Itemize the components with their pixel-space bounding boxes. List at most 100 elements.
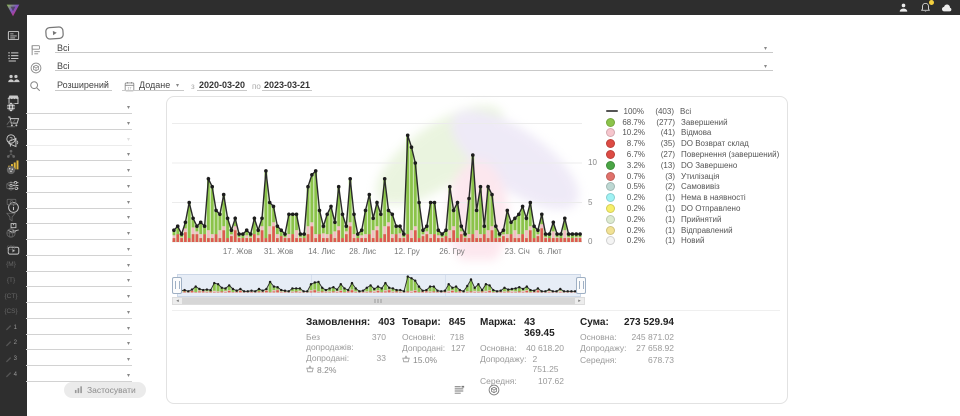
legend-label: Новий xyxy=(681,236,704,245)
legend-item[interactable]: 68.7%(277)Завершений xyxy=(606,117,779,128)
x-axis-tick: 31. Жов xyxy=(264,247,293,256)
legend-label: Завершений xyxy=(681,118,728,127)
analytics-page: Всі ▾ Всі ▾ Розширений ▾ 17 Додане ▾ з 2… xyxy=(0,0,960,416)
product-filter-select[interactable] xyxy=(55,70,773,71)
filter-package-icon xyxy=(5,180,17,192)
legend-dot-marker xyxy=(606,128,615,137)
chevron-down-icon: ▾ xyxy=(127,199,130,206)
x-axis-tick: 26. Гру xyxy=(439,247,465,256)
scroll-left-icon[interactable]: ◂ xyxy=(173,298,182,304)
legend-dot-marker xyxy=(606,150,615,159)
theme-icon[interactable] xyxy=(941,2,953,14)
legend-item[interactable]: 0.2%(1)Прийнятий xyxy=(606,214,779,225)
navigator-right-handle[interactable] xyxy=(576,277,586,294)
product-view-icon[interactable] xyxy=(487,383,500,396)
app-logo-icon[interactable] xyxy=(4,1,22,19)
chevron-down-icon: ▾ xyxy=(127,246,130,253)
filter-help-select[interactable]: ▾ xyxy=(26,132,132,146)
legend-percent: 0.5% xyxy=(618,182,645,191)
legend-count: (35) xyxy=(648,139,675,148)
legend-count: (277) xyxy=(648,118,675,127)
chevron-down-icon: ▾ xyxy=(127,136,130,143)
list-view-icon[interactable] xyxy=(452,383,465,396)
legend-dot-marker xyxy=(606,161,615,170)
filter-note-1-row: 1▾ xyxy=(0,321,138,336)
filter-tag-m-row: {M} ▾ xyxy=(0,258,138,273)
legend-count: (27) xyxy=(648,150,675,159)
legend-item[interactable]: 0.2%(1)Новий xyxy=(606,236,779,247)
legend-label: Прийнятий xyxy=(681,215,722,224)
card-divider xyxy=(172,310,780,311)
filter-note-1-select[interactable]: ▾ xyxy=(26,321,132,335)
apply-filters-button[interactable]: Застосувати xyxy=(64,382,146,398)
filter-web-select[interactable]: ▾ xyxy=(26,226,132,240)
filter-note-4-select[interactable]: ▾ xyxy=(26,368,132,382)
sidebar-item-clients[interactable] xyxy=(0,70,27,92)
search-icon[interactable] xyxy=(29,79,41,97)
date-field-value: Додане xyxy=(139,80,170,90)
apply-chart-icon xyxy=(74,385,83,396)
stat-label: Маржа: xyxy=(480,317,516,339)
sidebar-item-dashboard[interactable] xyxy=(0,27,27,49)
chevron-down-icon: ▾ xyxy=(127,356,130,363)
y-axis-tick: 5 xyxy=(588,198,592,207)
sidebar-item-orders[interactable] xyxy=(0,49,27,71)
chevron-down-icon: ▾ xyxy=(104,82,107,89)
legend-item[interactable]: 0.7%(3)Утилізація xyxy=(606,171,779,182)
orders-chart[interactable] xyxy=(172,100,582,250)
legend-percent: 0.7% xyxy=(618,172,645,181)
filter-trend-select[interactable]: ▾ xyxy=(26,116,132,130)
filter-tag-cs-select[interactable]: ▾ xyxy=(26,305,132,319)
x-axis-tick: 17. Жов xyxy=(223,247,252,256)
navigator-scrollbar[interactable]: ◂ ▸ xyxy=(172,297,585,305)
legend-item[interactable]: 0.2%(1)DO Отправлено xyxy=(606,203,779,214)
filter-tag-m-select[interactable]: ▾ xyxy=(26,258,132,272)
legend-item[interactable]: 0.2%(1)Відправлений xyxy=(606,225,779,236)
notifications-bell-icon[interactable] xyxy=(919,2,931,14)
stat-sub-label: Допродані: xyxy=(402,343,445,353)
filter-note-4-icon: 4 xyxy=(5,369,17,381)
legend-label: Нема в наявності xyxy=(681,193,746,202)
navigator-left-handle[interactable] xyxy=(172,277,182,294)
filter-hierarchy-select[interactable]: ▾ xyxy=(26,147,132,161)
filter-package-select[interactable]: ▾ xyxy=(26,179,132,193)
filter-tag-ct-select[interactable]: ▾ xyxy=(26,289,132,303)
filter-sphere-select[interactable]: ▾ xyxy=(26,163,132,177)
stat-sub-value: 27 658.92 xyxy=(636,343,674,353)
status-filter-select[interactable] xyxy=(55,52,773,53)
stat-sub-label: Основні: xyxy=(402,332,436,342)
legend-item[interactable]: 6.7%(27)Повернення (завершений) xyxy=(606,149,779,160)
filter-globe-select[interactable]: ▾ xyxy=(26,100,132,114)
filter-sphere-icon xyxy=(5,164,17,176)
filter-trend-icon xyxy=(5,117,17,129)
legend-item[interactable]: 10.2%(41)Відмова xyxy=(606,128,779,139)
legend-item[interactable]: 100%(403)Всі xyxy=(606,106,779,117)
legend-item[interactable]: 0.5%(2)Самовивіз xyxy=(606,182,779,193)
filter-tag-s-select[interactable]: ▾ xyxy=(26,242,132,256)
filter-tag-m-icon: {M} xyxy=(5,259,17,271)
scrollbar-thumb[interactable] xyxy=(182,298,575,304)
date-field-select[interactable] xyxy=(122,90,184,91)
legend-item[interactable]: 3.2%(13)DO Завершено xyxy=(606,160,779,171)
filter-note-2-select[interactable]: ▾ xyxy=(26,336,132,350)
legend-dot-marker xyxy=(606,118,615,127)
stat-sub-label: Основна: xyxy=(580,332,617,342)
legend-label: Повернення (завершений) xyxy=(681,150,779,159)
date-to-input[interactable] xyxy=(262,90,312,91)
chevron-down-icon: ▾ xyxy=(127,262,130,269)
filter-funnel-select[interactable]: ▾ xyxy=(26,210,132,224)
filter-help-icon: ? xyxy=(5,133,17,145)
profile-icon[interactable] xyxy=(897,2,909,14)
scroll-right-icon[interactable]: ▸ xyxy=(575,298,584,304)
filter-note-1-icon: 1 xyxy=(5,322,17,334)
legend-item[interactable]: 8.7%(35)DO Возврат склад xyxy=(606,138,779,149)
filter-tag-t-select[interactable]: ▾ xyxy=(26,273,132,287)
date-from-input[interactable] xyxy=(197,90,247,91)
stat-column: Сума:273 529.94Основна:245 871.02Допрода… xyxy=(580,317,674,386)
filter-payment-select[interactable]: ▾ xyxy=(26,195,132,209)
y-axis-tick: 10 xyxy=(588,158,597,167)
legend-item[interactable]: 0.2%(1)Нема в наявності xyxy=(606,192,779,203)
search-mode-select[interactable] xyxy=(55,90,112,91)
legend-count: (403) xyxy=(647,107,674,116)
filter-note-3-select[interactable]: ▾ xyxy=(26,352,132,366)
